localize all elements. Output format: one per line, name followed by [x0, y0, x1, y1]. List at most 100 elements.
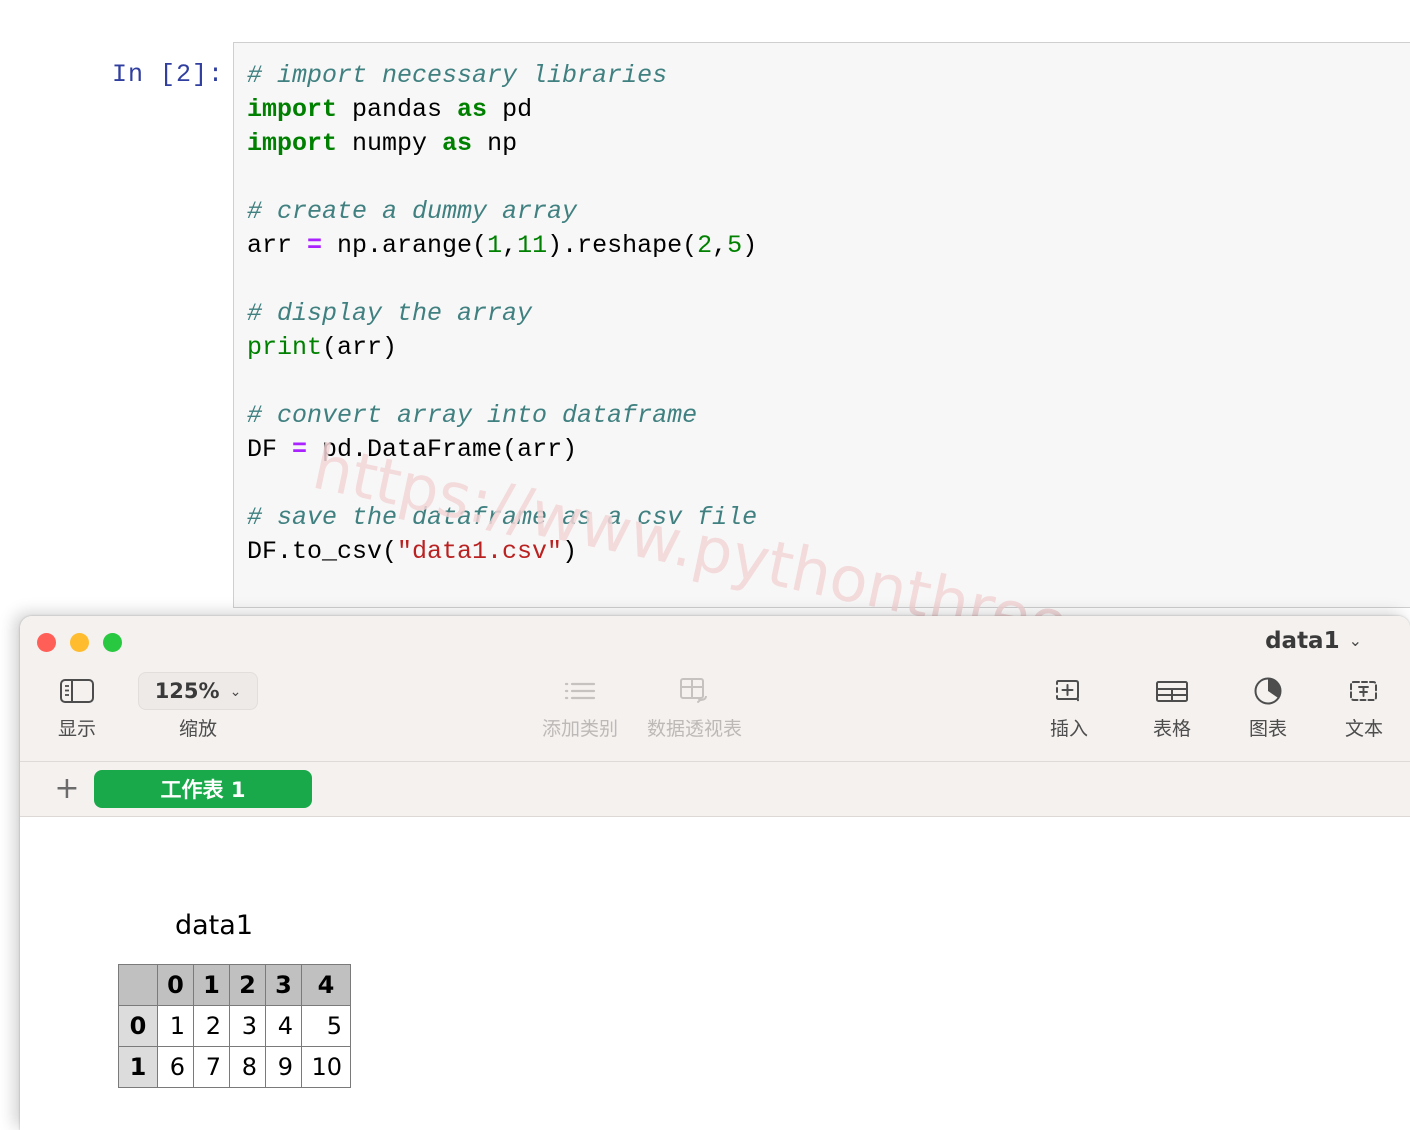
column-header-cell[interactable]: 3: [266, 965, 302, 1006]
code-token: # import necessary libraries: [247, 61, 667, 90]
table-header-row: 01234: [119, 965, 351, 1006]
code-editor-area[interactable]: # import necessary libraries import pand…: [233, 42, 1410, 608]
code-token: as: [457, 95, 487, 124]
table-cell[interactable]: 5: [302, 1006, 351, 1047]
toolbar-button-chart[interactable]: 图表: [1249, 672, 1287, 741]
code-token: ,: [502, 231, 517, 260]
table-row: 012345: [119, 1006, 351, 1047]
table-cell[interactable]: 10: [302, 1047, 351, 1088]
code-token: ): [562, 537, 577, 566]
toolbar-label-chart: 图表: [1249, 714, 1287, 741]
code-token: ).reshape(: [547, 231, 697, 260]
toolbar-label-add-category: 添加类别: [542, 714, 618, 741]
table-title[interactable]: data1: [175, 910, 253, 941]
code-token: 2: [697, 231, 712, 260]
table-body: 0123451678910: [119, 1006, 351, 1088]
insert-icon: [1052, 672, 1086, 710]
toolbar-label-pivot-table: 数据透视表: [647, 714, 742, 741]
code-token: # create a dummy array: [247, 197, 577, 226]
toolbar-label-view: 显示: [58, 714, 96, 741]
sidebar-icon: [59, 672, 95, 710]
maximize-window-icon[interactable]: [103, 633, 122, 652]
code-token: =: [292, 435, 307, 464]
code-token: # convert array into dataframe: [247, 401, 697, 430]
sheet-tab-bar: + 工作表 1: [20, 762, 1410, 817]
table-icon: [1154, 672, 1190, 710]
toolbar-label-table: 表格: [1153, 714, 1191, 741]
minimize-window-icon[interactable]: [70, 633, 89, 652]
code-token: 11: [517, 231, 547, 260]
code-token: import: [247, 129, 337, 158]
code-token: numpy: [337, 129, 442, 158]
notebook-code-cell[interactable]: In [2]: # import necessary libraries imp…: [0, 0, 1410, 620]
code-token: 5: [727, 231, 742, 260]
chevron-down-icon: ⌄: [230, 684, 242, 698]
code-token: pandas: [337, 95, 457, 124]
code-token: DF.to_csv(: [247, 537, 397, 566]
table-cell[interactable]: 7: [194, 1047, 230, 1088]
table-header-row-group: 01234: [119, 965, 351, 1006]
table-corner-cell[interactable]: [119, 965, 158, 1006]
chevron-down-icon[interactable]: ⌄: [1349, 633, 1362, 649]
code-token: pd.DataFrame(arr): [307, 435, 577, 464]
toolbar-button-add-category[interactable]: 添加类别: [542, 672, 618, 741]
toolbar-button-text[interactable]: 文本: [1345, 672, 1383, 741]
table-cell[interactable]: 6: [158, 1047, 194, 1088]
document-title-menu[interactable]: data1 ⌄: [1265, 628, 1362, 654]
code-token: DF: [247, 435, 292, 464]
toolbar-label-text: 文本: [1345, 714, 1383, 741]
window-controls: [37, 633, 122, 652]
code-token: import: [247, 95, 337, 124]
pivot-table-icon: [677, 672, 713, 710]
code-token: np.arange(: [322, 231, 487, 260]
code-token: 1: [487, 231, 502, 260]
table-cell[interactable]: 2: [194, 1006, 230, 1047]
toolbar-button-pivot-table[interactable]: 数据透视表: [647, 672, 742, 741]
window-titlebar: data1 ⌄ 显示 125% ⌄ 缩放: [20, 616, 1410, 762]
numbers-app-window: data1 ⌄ 显示 125% ⌄ 缩放: [20, 616, 1410, 1130]
code-token: print: [247, 333, 322, 362]
document-title-text: data1: [1265, 628, 1340, 654]
toolbar-zoom-control[interactable]: 125% ⌄ 缩放: [138, 672, 258, 741]
toolbar-button-view[interactable]: 显示: [58, 672, 96, 741]
code-token: =: [307, 231, 322, 260]
column-header-cell[interactable]: 1: [194, 965, 230, 1006]
code-token: "data1.csv": [397, 537, 562, 566]
toolbar-button-table[interactable]: 表格: [1153, 672, 1191, 741]
code-token: ,: [712, 231, 727, 260]
table-cell[interactable]: 3: [230, 1006, 266, 1047]
table-cell[interactable]: 4: [266, 1006, 302, 1047]
toolbar-button-insert[interactable]: 插入: [1050, 672, 1088, 741]
cell-execution-prompt: In [2]:: [104, 58, 224, 92]
source-code[interactable]: # import necessary libraries import pand…: [234, 43, 1410, 569]
toolbar-label-zoom: 缩放: [179, 714, 217, 741]
column-header-cell[interactable]: 0: [158, 965, 194, 1006]
text-box-icon: [1346, 672, 1382, 710]
add-sheet-button[interactable]: +: [46, 774, 88, 804]
zoom-level-value: 125%: [155, 679, 220, 703]
row-header-cell[interactable]: 1: [119, 1047, 158, 1088]
code-token: arr: [247, 231, 307, 260]
column-header-cell[interactable]: 4: [302, 965, 351, 1006]
close-window-icon[interactable]: [37, 633, 56, 652]
spreadsheet-table[interactable]: 01234 0123451678910: [118, 964, 351, 1088]
pie-chart-icon: [1252, 672, 1284, 710]
code-token: np: [472, 129, 517, 158]
code-token: (arr): [322, 333, 397, 362]
table-cell[interactable]: 9: [266, 1047, 302, 1088]
code-token: as: [442, 129, 472, 158]
column-header-cell[interactable]: 2: [230, 965, 266, 1006]
code-token: # display the array: [247, 299, 532, 328]
table-cell[interactable]: 1: [158, 1006, 194, 1047]
sheet-canvas[interactable]: data1 01234 0123451678910: [20, 817, 1410, 1129]
toolbar-label-insert: 插入: [1050, 714, 1088, 741]
code-token: pd: [487, 95, 532, 124]
code-token: ): [742, 231, 757, 260]
row-header-cell[interactable]: 0: [119, 1006, 158, 1047]
zoom-dropdown-button[interactable]: 125% ⌄: [138, 672, 258, 710]
sheet-tab-worksheet-1[interactable]: 工作表 1: [94, 770, 312, 808]
table-row: 1678910: [119, 1047, 351, 1088]
list-icon: [563, 672, 597, 710]
code-token: # save the dataframe as a csv file: [247, 503, 757, 532]
table-cell[interactable]: 8: [230, 1047, 266, 1088]
